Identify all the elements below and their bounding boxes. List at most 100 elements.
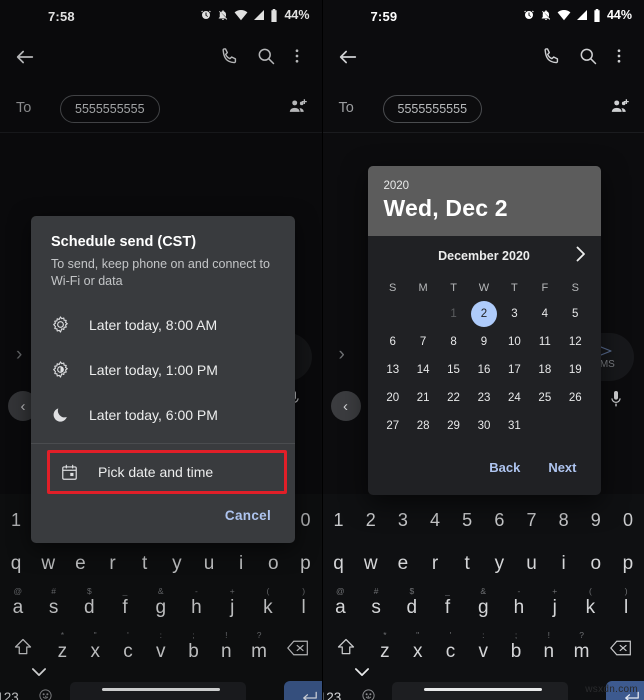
key-u[interactable]: u [515, 542, 547, 586]
key-7[interactable]: 7 [515, 498, 547, 542]
keyboard-home-row: @ a # s $ d _ f & g -h + j (k ) l [323, 586, 644, 630]
key-2[interactable]: 2 [355, 498, 387, 542]
key-z-sup: * [383, 630, 387, 640]
day-cell [560, 412, 590, 440]
key-k-sup: ( [588, 586, 592, 596]
key-w[interactable]: w [355, 542, 387, 586]
key-j-label: j [552, 597, 557, 618]
day-cell-13[interactable]: 13 [378, 356, 408, 384]
key-5[interactable]: 5 [451, 498, 483, 542]
key-o[interactable]: o [580, 542, 612, 586]
day-cell-30[interactable]: 30 [469, 412, 499, 440]
key-r[interactable]: r [419, 542, 451, 586]
hide-keyboard-icon[interactable] [354, 664, 369, 680]
key-s-label: s [371, 597, 381, 618]
day-cell-28[interactable]: 28 [408, 412, 438, 440]
dialog-subtitle: To send, keep phone on and connect to Wi… [51, 257, 270, 288]
key-j-sup: + [552, 586, 558, 596]
day-cell-9[interactable]: 9 [469, 328, 499, 356]
schedule-option-afternoon[interactable]: Later today, 1:00 PM [31, 347, 295, 392]
key-l[interactable]: ) l [608, 586, 644, 630]
add-people-icon[interactable] [610, 98, 630, 121]
key-g-label: g [477, 597, 489, 618]
key-h[interactable]: -h [501, 586, 537, 630]
key-g[interactable]: & g [465, 586, 501, 630]
day-cell-18[interactable]: 18 [530, 356, 560, 384]
back-button[interactable]: Back [479, 454, 530, 481]
phone-icon[interactable] [542, 46, 562, 71]
key-e[interactable]: e [387, 542, 419, 586]
day-cell-7[interactable]: 7 [408, 328, 438, 356]
pick-date-and-time-label: Pick date and time [98, 464, 214, 480]
day-cell-14[interactable]: 14 [408, 356, 438, 384]
day-cell-22[interactable]: 22 [438, 384, 468, 412]
day-cell [408, 300, 438, 328]
recipient-chip[interactable]: 5555555555 [382, 95, 483, 123]
status-icons: 44% [523, 8, 632, 22]
key-0[interactable]: 0 [612, 498, 644, 542]
date-picker-year[interactable]: 2020 [384, 180, 585, 192]
cancel-button[interactable]: Cancel [219, 502, 277, 529]
day-cell-19[interactable]: 19 [560, 356, 590, 384]
day-cell-17[interactable]: 17 [499, 356, 529, 384]
day-cell-5[interactable]: 5 [560, 300, 590, 328]
alarm-icon [523, 9, 535, 21]
day-cell-31[interactable]: 31 [499, 412, 529, 440]
day-cell-15[interactable]: 15 [438, 356, 468, 384]
key-s[interactable]: # s [358, 586, 394, 630]
chevron-right-icon[interactable] [575, 246, 587, 268]
day-cell-27[interactable]: 27 [378, 412, 408, 440]
key-4[interactable]: 4 [419, 498, 451, 542]
schedule-option-morning[interactable]: Later today, 8:00 AM [31, 302, 295, 347]
day-cell-16[interactable]: 16 [469, 356, 499, 384]
day-cell-23[interactable]: 23 [469, 384, 499, 412]
day-cell-6[interactable]: 6 [378, 328, 408, 356]
back-arrow-icon[interactable] [337, 46, 359, 73]
key-f[interactable]: _ f [430, 586, 466, 630]
key-3[interactable]: 3 [387, 498, 419, 542]
key-9[interactable]: 9 [580, 498, 612, 542]
key-v-sup: : [482, 630, 485, 640]
key-c-sup: ' [449, 630, 452, 640]
day-cell-20[interactable]: 20 [378, 384, 408, 412]
date-picker-dialog: 2020 Wed, Dec 2 December 2020 S M T W T … [367, 166, 601, 495]
day-cell-24[interactable]: 24 [499, 384, 529, 412]
day-cell-12[interactable]: 12 [560, 328, 590, 356]
day-cell-21[interactable]: 21 [408, 384, 438, 412]
day-cell-2-selected[interactable]: 2 [469, 300, 499, 328]
dialog-title: Schedule send (CST) [51, 234, 197, 250]
key-8[interactable]: 8 [548, 498, 580, 542]
key-g-sup: & [480, 586, 487, 596]
key-y[interactable]: y [483, 542, 515, 586]
key-q[interactable]: q [323, 542, 355, 586]
collapse-circle-button[interactable]: ‹ [330, 391, 361, 421]
search-icon[interactable] [578, 46, 598, 71]
day-cell-29[interactable]: 29 [438, 412, 468, 440]
key-t[interactable]: t [451, 542, 483, 586]
microphone-icon[interactable] [608, 389, 624, 414]
pick-date-highlight: Pick date and time [47, 450, 287, 494]
day-cell-8[interactable]: 8 [438, 328, 468, 356]
more-vertical-icon[interactable] [610, 46, 628, 71]
date-picker-month-label[interactable]: December 2020 [438, 249, 530, 263]
expand-chevron-icon[interactable]: › [339, 345, 345, 364]
day-cell-3[interactable]: 3 [499, 300, 529, 328]
schedule-option-evening[interactable]: Later today, 6:00 PM [31, 392, 295, 437]
key-6[interactable]: 6 [483, 498, 515, 542]
key-p[interactable]: p [612, 542, 644, 586]
day-cell-4[interactable]: 4 [530, 300, 560, 328]
pick-date-and-time-option[interactable]: Pick date and time [50, 453, 284, 491]
day-cell-11[interactable]: 11 [530, 328, 560, 356]
day-cell-26[interactable]: 26 [560, 384, 590, 412]
key-1[interactable]: 1 [323, 498, 355, 542]
key-d[interactable]: $ d [394, 586, 430, 630]
next-button[interactable]: Next [538, 454, 586, 481]
day-cell-10[interactable]: 10 [499, 328, 529, 356]
key-k[interactable]: (k [573, 586, 609, 630]
day-cell-25[interactable]: 25 [530, 384, 560, 412]
key-j[interactable]: + j [537, 586, 573, 630]
key-f-sup: _ [445, 586, 450, 596]
key-a-label: a [335, 597, 346, 618]
key-i[interactable]: i [548, 542, 580, 586]
key-a[interactable]: @ a [323, 586, 359, 630]
